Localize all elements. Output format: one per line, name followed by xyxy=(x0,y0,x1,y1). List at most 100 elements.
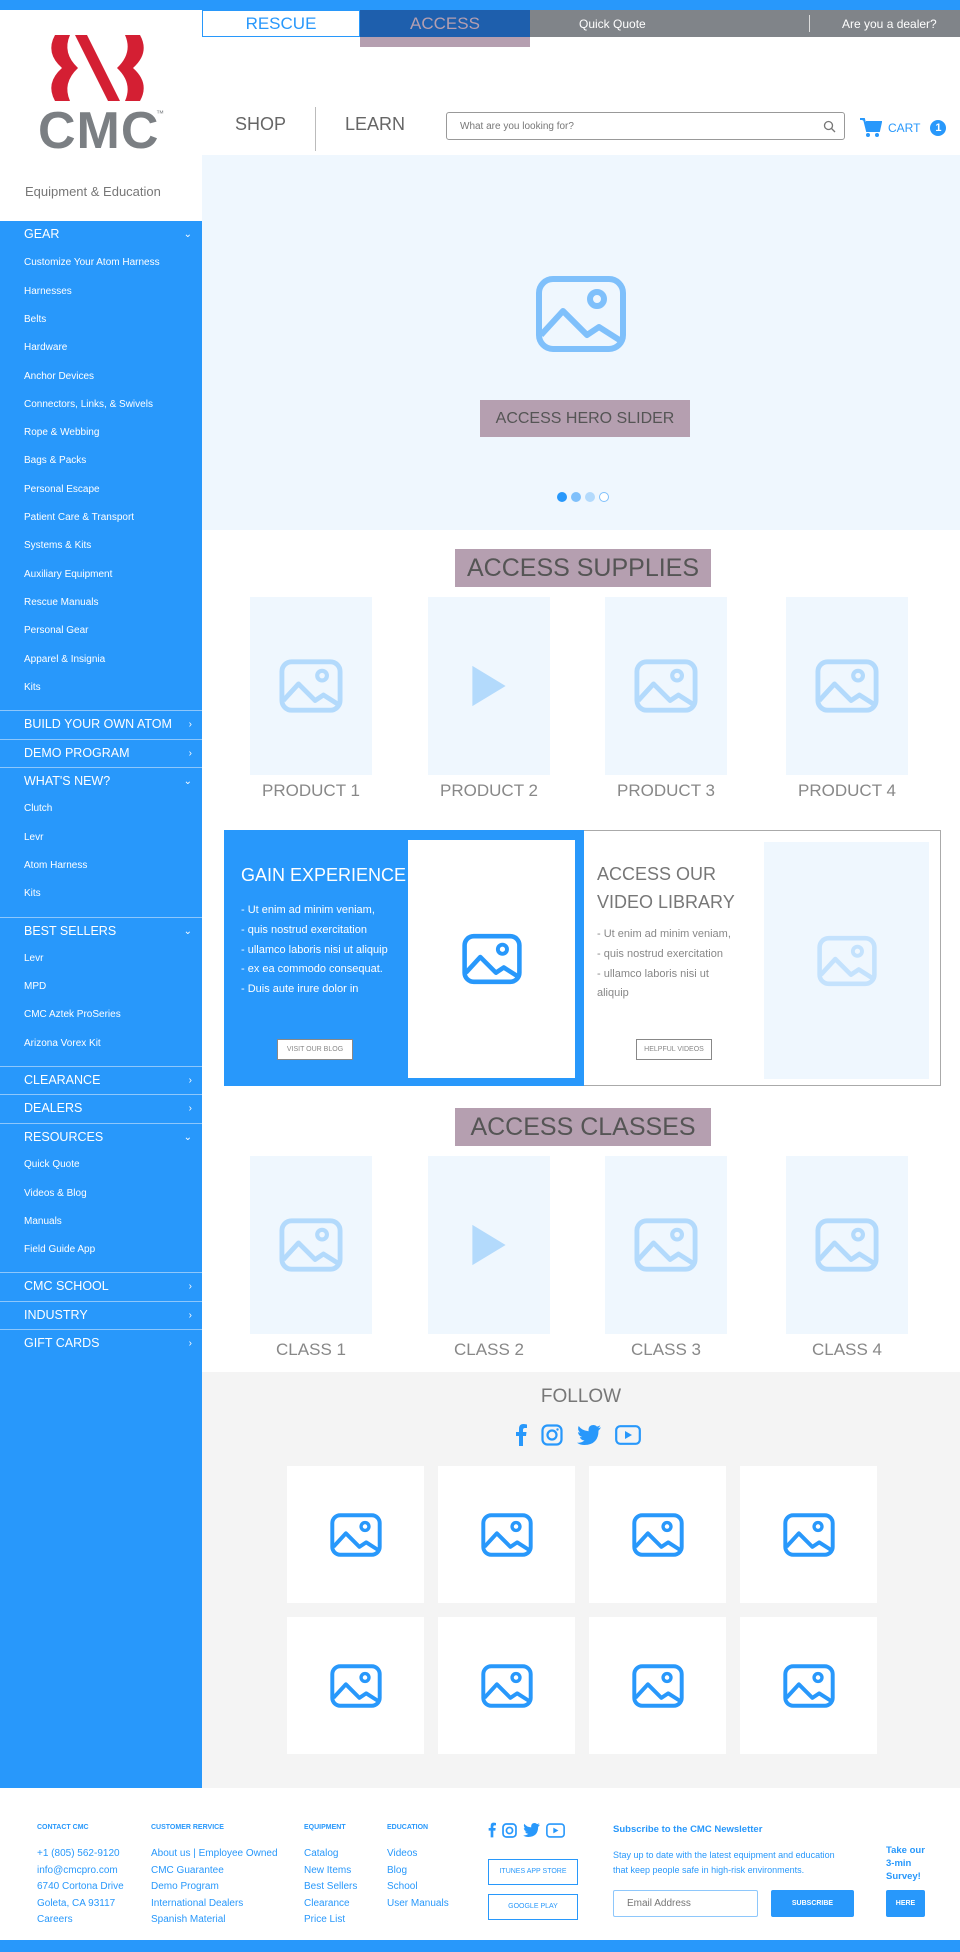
facebook-icon[interactable] xyxy=(515,1424,527,1446)
sidebar-section-build-your-own-atom[interactable]: BUILD YOUR OWN ATOM › xyxy=(0,710,202,738)
footer-link[interactable]: Spanish Material xyxy=(151,1912,278,1929)
youtube-icon[interactable] xyxy=(615,1425,641,1445)
slider-dot-1[interactable] xyxy=(557,492,567,502)
search-input[interactable] xyxy=(447,113,807,139)
sidebar-item[interactable]: Connectors, Links, & Swivels xyxy=(0,391,202,419)
sidebar-section-cmc-school[interactable]: CMC SCHOOL › xyxy=(0,1272,202,1300)
twitter-icon[interactable] xyxy=(523,1823,540,1837)
sidebar-item[interactable]: Levr xyxy=(0,945,202,973)
slider-dot-2[interactable] xyxy=(571,492,581,502)
footer-link[interactable]: Goleta, CA 93117 xyxy=(37,1896,124,1913)
sidebar-item[interactable]: Arizona Vorex Kit xyxy=(0,1030,202,1058)
survey-here-button[interactable]: HERE xyxy=(886,1890,925,1917)
sidebar-item[interactable]: Atom Harness xyxy=(0,852,202,880)
class-card[interactable] xyxy=(786,1156,908,1334)
tab-rescue[interactable]: RESCUE xyxy=(202,10,360,37)
footer-link[interactable]: Demo Program xyxy=(151,1879,278,1896)
sidebar-item[interactable]: Clutch xyxy=(0,795,202,823)
footer-link[interactable]: School xyxy=(387,1879,449,1896)
sidebar-item[interactable]: Personal Escape xyxy=(0,476,202,504)
instagram-icon[interactable] xyxy=(541,1424,563,1446)
sidebar-section-dealers[interactable]: DEALERS › xyxy=(0,1094,202,1122)
sidebar-item[interactable]: MPD xyxy=(0,973,202,1001)
youtube-icon[interactable] xyxy=(546,1822,565,1838)
sidebar-item[interactable]: Videos & Blog xyxy=(0,1180,202,1208)
sidebar-item[interactable]: Kits xyxy=(0,880,202,908)
footer-link[interactable]: info@cmcpro.com xyxy=(37,1863,124,1880)
sidebar-section-best-sellers[interactable]: BEST SELLERS ⌄ xyxy=(0,916,202,945)
footer-link[interactable]: Clearance xyxy=(304,1896,357,1913)
sidebar-item[interactable]: Anchor Devices xyxy=(0,363,202,391)
product-card[interactable] xyxy=(605,597,727,775)
social-post-tile[interactable] xyxy=(589,1617,726,1754)
sidebar-item[interactable]: Belts xyxy=(0,306,202,334)
instagram-icon[interactable] xyxy=(502,1822,517,1838)
google-play-button[interactable]: GOOGLE PLAY xyxy=(488,1894,578,1920)
newsletter-email-input[interactable] xyxy=(613,1890,758,1917)
class-card[interactable] xyxy=(428,1156,550,1334)
nav-shop[interactable]: SHOP xyxy=(235,114,286,135)
social-post-tile[interactable] xyxy=(740,1617,877,1754)
product-label[interactable]: PRODUCT 3 xyxy=(586,781,746,801)
visit-blog-button[interactable]: VISIT OUR BLOG xyxy=(277,1039,353,1060)
sidebar-item[interactable]: Levr xyxy=(0,824,202,852)
quick-quote-link[interactable]: Quick Quote xyxy=(579,17,646,31)
footer-link[interactable]: Price List xyxy=(304,1912,357,1929)
slider-dot-3[interactable] xyxy=(585,492,595,502)
footer-link[interactable]: New Items xyxy=(304,1863,357,1880)
product-card[interactable] xyxy=(250,597,372,775)
class-card[interactable] xyxy=(605,1156,727,1334)
sidebar-section-clearance[interactable]: CLEARANCE › xyxy=(0,1066,202,1094)
search-icon[interactable] xyxy=(823,120,836,133)
class-label[interactable]: CLASS 4 xyxy=(767,1340,927,1360)
footer-link[interactable]: CMC Guarantee xyxy=(151,1863,278,1880)
sidebar-item[interactable]: Kits xyxy=(0,674,202,702)
sidebar-section-gift-cards[interactable]: GIFT CARDS › xyxy=(0,1329,202,1357)
social-post-tile[interactable] xyxy=(287,1466,424,1603)
sidebar-item[interactable]: Customize Your Atom Harness xyxy=(0,249,202,277)
class-label[interactable]: CLASS 2 xyxy=(409,1340,569,1360)
sidebar-item[interactable]: Hardware xyxy=(0,334,202,362)
sidebar-item[interactable]: Field Guide App xyxy=(0,1236,202,1264)
product-label[interactable]: PRODUCT 2 xyxy=(409,781,569,801)
cart-button[interactable]: CART 1 xyxy=(860,117,947,139)
sidebar-item[interactable]: Patient Care & Transport xyxy=(0,504,202,532)
sidebar-item[interactable]: Auxiliary Equipment xyxy=(0,561,202,589)
sidebar-item[interactable]: Systems & Kits xyxy=(0,532,202,560)
nav-learn[interactable]: LEARN xyxy=(345,114,405,135)
footer-link[interactable]: 6740 Cortona Drive xyxy=(37,1879,124,1896)
slider-dot-4[interactable] xyxy=(599,492,609,502)
sidebar-item[interactable]: CMC Aztek ProSeries xyxy=(0,1001,202,1029)
footer-link[interactable]: International Dealers xyxy=(151,1896,278,1913)
facebook-icon[interactable] xyxy=(488,1822,496,1838)
footer-link[interactable]: Videos xyxy=(387,1846,449,1863)
footer-link[interactable]: Best Sellers xyxy=(304,1879,357,1896)
sidebar-section-gear[interactable]: GEAR ⌄ xyxy=(0,221,202,249)
product-label[interactable]: PRODUCT 1 xyxy=(231,781,391,801)
social-post-tile[interactable] xyxy=(438,1466,575,1603)
sidebar-section-industry[interactable]: INDUSTRY › xyxy=(0,1300,202,1329)
footer-link[interactable]: User Manuals xyxy=(387,1896,449,1913)
sidebar-item[interactable]: Bags & Packs xyxy=(0,447,202,475)
social-post-tile[interactable] xyxy=(287,1617,424,1754)
tab-access[interactable]: ACCESS xyxy=(360,10,530,37)
footer-link[interactable]: Catalog xyxy=(304,1846,357,1863)
sidebar-item[interactable]: Personal Gear xyxy=(0,617,202,645)
sidebar-item[interactable]: Harnesses xyxy=(0,278,202,306)
sidebar-item[interactable]: Quick Quote xyxy=(0,1151,202,1179)
social-post-tile[interactable] xyxy=(438,1617,575,1754)
product-card[interactable] xyxy=(428,597,550,775)
footer-link[interactable]: Careers xyxy=(37,1912,124,1929)
footer-link[interactable]: Blog xyxy=(387,1863,449,1880)
footer-link[interactable]: About us | Employee Owned xyxy=(151,1846,278,1863)
class-label[interactable]: CLASS 1 xyxy=(231,1340,391,1360)
sidebar-item[interactable]: Manuals xyxy=(0,1208,202,1236)
twitter-icon[interactable] xyxy=(577,1425,601,1445)
itunes-button[interactable]: ITUNES APP STORE xyxy=(488,1859,578,1885)
class-label[interactable]: CLASS 3 xyxy=(586,1340,746,1360)
sidebar-section-what-s-new[interactable]: WHAT'S NEW? ⌄ xyxy=(0,766,202,795)
class-card[interactable] xyxy=(250,1156,372,1334)
dealer-link[interactable]: Are you a dealer? xyxy=(842,17,937,31)
product-label[interactable]: PRODUCT 4 xyxy=(767,781,927,801)
cmc-logo[interactable]: CMC ™ xyxy=(38,33,170,160)
